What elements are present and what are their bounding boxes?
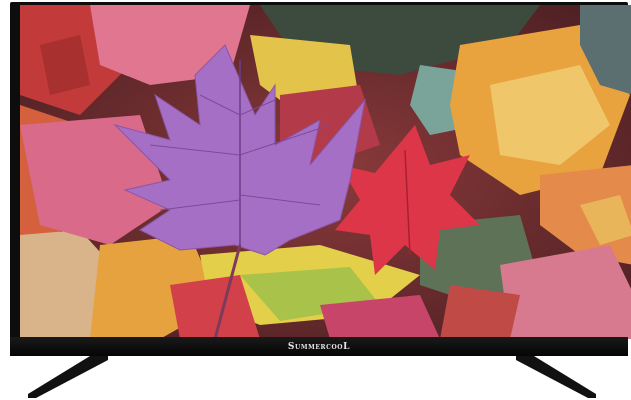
right-stand-leg — [516, 356, 596, 398]
brand-logo: SummercooL — [287, 341, 351, 352]
tv-bottom-bezel: SummercooL — [10, 337, 628, 356]
left-stand-leg — [28, 356, 108, 398]
television — [10, 2, 631, 356]
product-photo: SummercooL — [0, 0, 631, 400]
autumn-leaves-image — [20, 5, 631, 339]
tv-screen — [20, 5, 631, 339]
